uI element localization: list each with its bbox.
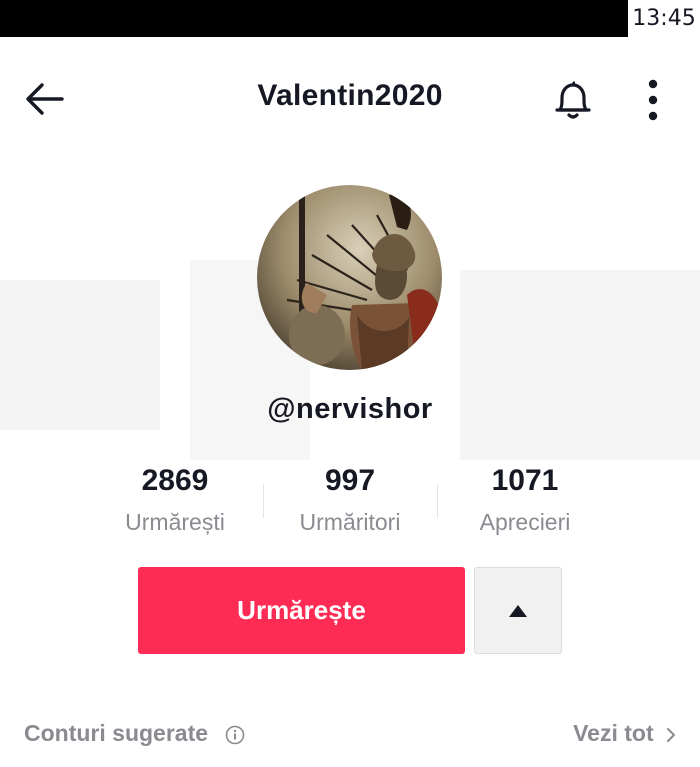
caret-up-icon [509,605,527,617]
stat-following-count: 2869 [141,464,209,497]
see-all-label: Vezi tot [573,720,654,746]
stat-followers-label: Urmăritori [299,509,401,535]
spartan-warrior-avatar [257,185,442,370]
back-button[interactable] [22,79,66,119]
stat-divider [437,484,438,518]
status-bar: 13:45 [0,0,700,37]
chevron-right-icon [667,727,675,742]
profile-handle: @nervishor [267,393,433,425]
more-vertical-icon [648,79,658,121]
stat-likes-label: Aprecieri [479,509,571,535]
stat-divider [263,484,264,518]
suggested-accounts-label: Conturi sugerate [24,720,209,746]
suggested-accounts-toggle-button[interactable] [474,567,562,654]
arrow-left-icon [26,83,64,115]
status-time: 13:45 [628,0,700,37]
page-title: Valentin2020 [257,79,443,112]
more-options-button[interactable] [636,77,670,123]
stat-likes: 1071 Aprecieri [440,463,610,537]
notifications-button[interactable] [550,77,596,123]
stat-following-label: Urmărești [125,509,225,535]
profile-header: Valentin2020 [0,37,700,157]
info-icon[interactable] [225,725,245,745]
follow-button[interactable]: Urmărește [138,567,465,654]
avatar[interactable] [257,185,442,370]
stat-likes-count: 1071 [491,464,559,497]
see-all-link[interactable]: Vezi tot [573,720,676,747]
stat-followers-count: 997 [324,464,376,497]
stat-following[interactable]: 2869 Urmărești [90,463,260,537]
stat-followers[interactable]: 997 Urmăritori [265,463,435,537]
bell-icon [555,80,591,119]
